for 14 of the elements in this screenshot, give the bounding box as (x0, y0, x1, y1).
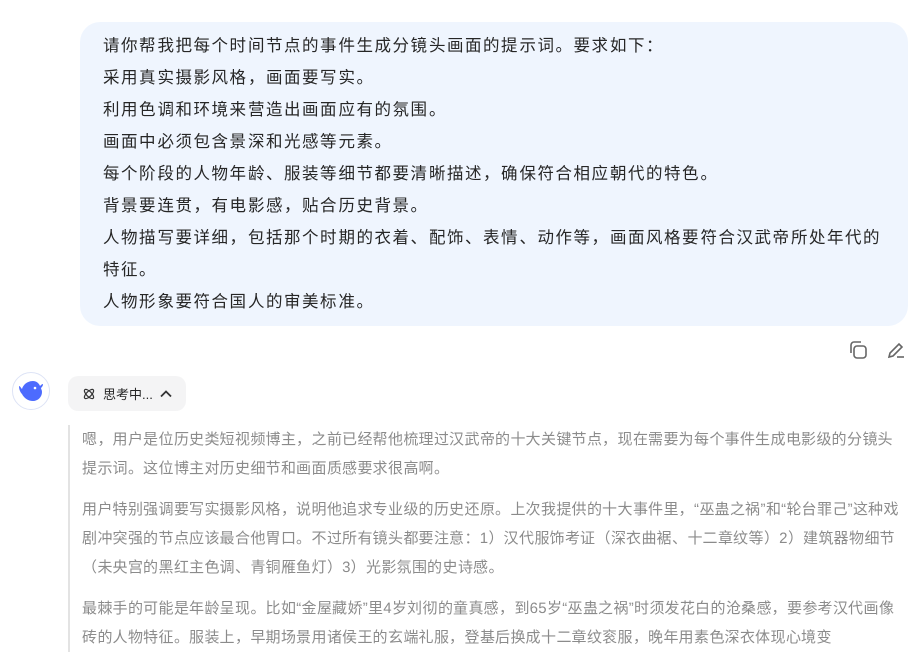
message-line: 背景要连贯，有电影感，贴合历史背景。 (103, 196, 430, 217)
message-line: 画面中必须包含景深和光感等元素。 (103, 132, 394, 153)
caret-icon (160, 390, 172, 398)
thinking-toggle[interactable]: 思考中... (68, 376, 186, 411)
message-line: 人物描写要详细，包括那个时期的衣着、配饰、表情、动作等，画面风格要符合汉武帝所处年代的特征。 (103, 228, 882, 281)
atom-icon (82, 386, 96, 400)
thinking-paragraph: 嗯，用户是位历史类短视频博主，之前已经帮他梳理过汉武帝的十大关键节点，现在需要为每个事件生成电影级的分镜头提示词。这位博主对历史细节和画面质感要求很高啊。 (82, 430, 894, 479)
message-line: 利用色调和环境来营造出画面应有的氛围。 (103, 100, 448, 121)
message-line: 请你帮我把每个时间节点的事件生成分镜头画面的提示词。要求如下： (103, 36, 666, 57)
message-line: 每个阶段的人物年龄、服装等细节都要清晰描述，确保符合相应朝代的特色。 (103, 164, 720, 185)
message-line: 人物形象要符合国人的审美标准。 (103, 292, 376, 313)
thinking-paragraph: 用户特别强调要写实摄影风格，说明他追求专业级的历史还原。上次我提供的十大事件里，“巫蛊之祸”和“轮台罪己”这种戏剧冲突强的节点应该最合他胃口。不过所有镜头都要注意：1）汉代服饰考证（深衣曲裾、十二章纹等）2）建筑器物细节（未央宫的黑红主色调、青铜雁鱼灯）3）光影氛围的史诗感。 (82, 500, 900, 578)
thinking-paragraph: 最棘手的可能是年龄呈现。比如“金屋藏娇”里4岁刘彻的童真感，到65岁“巫蛊之祸”时须发花白的沧桑感，要参考汉代画像砖的人物特征。服装上，早期场景用诸侯王的玄端礼服，登基后换成十二章纹衮服，晚年用素色深衣体现心境变 (82, 599, 896, 648)
message-line: 采用真实摄影风格，画面要写实。 (103, 68, 376, 89)
